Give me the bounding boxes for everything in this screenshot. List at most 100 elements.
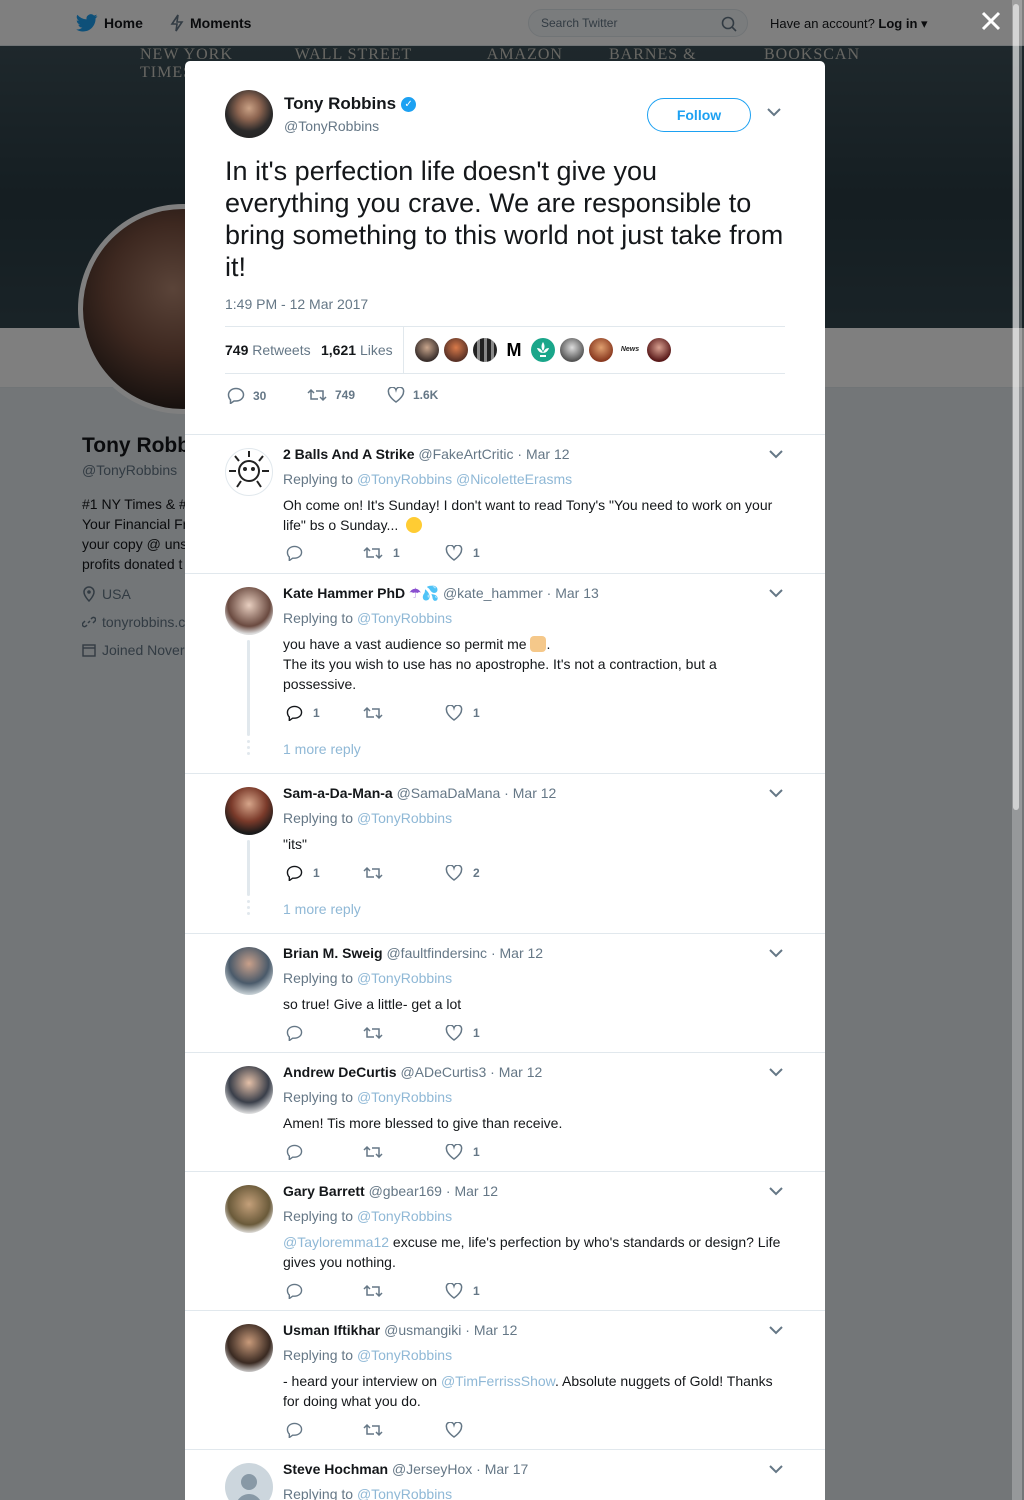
chevron-down-icon[interactable]	[767, 107, 781, 117]
reply-date[interactable]: Mar 12	[454, 1183, 498, 1199]
reply-author-name[interactable]: Gary Barrett	[283, 1183, 365, 1199]
reply-author-name[interactable]: Steve Hochman	[283, 1461, 388, 1477]
reply-author-handle[interactable]: @gbear169	[369, 1183, 442, 1199]
reply-author-handle[interactable]: @SamaDaMana	[397, 785, 501, 801]
likes-stat[interactable]: 1,621 Likes	[321, 342, 393, 358]
reply-action[interactable]: 30	[227, 387, 266, 404]
tweet-timestamp[interactable]: 1:49 PM - 12 Mar 2017	[225, 296, 368, 312]
reply-avatar[interactable]	[225, 448, 273, 496]
reply-avatar[interactable]	[225, 787, 273, 835]
author-name[interactable]: Tony Robbins ✓	[284, 94, 417, 114]
chevron-down-icon[interactable]	[769, 1325, 783, 1335]
chevron-down-icon[interactable]	[769, 588, 783, 598]
reply-author-handle[interactable]: @FakeArtCritic	[418, 446, 513, 462]
like-action[interactable]: 1.6K	[387, 387, 438, 403]
reply-author-handle[interactable]: @usmangiki	[384, 1322, 461, 1338]
liker-avatar[interactable]	[560, 338, 584, 362]
reply-avatar[interactable]	[225, 947, 273, 995]
liker-avatar[interactable]: M	[502, 338, 526, 362]
reply-author-handle[interactable]: @JerseyHox	[392, 1461, 472, 1477]
more-replies-link[interactable]: 1 more reply	[283, 741, 361, 757]
reply-date[interactable]: Mar 12	[526, 446, 570, 462]
reply-tweet[interactable]: Gary Barrett @gbear169 · Mar 12 Replying…	[185, 1172, 825, 1311]
chevron-down-icon[interactable]	[769, 948, 783, 958]
close-modal-button[interactable]	[976, 8, 1006, 38]
reply-author-name[interactable]: 2 Balls And A Strike	[283, 446, 414, 462]
reply-author-handle[interactable]: @kate_hammer	[443, 585, 543, 601]
retweets-stat[interactable]: 749 Retweets	[225, 342, 311, 358]
author-avatar[interactable]	[225, 90, 273, 138]
reply-avatar[interactable]	[225, 1324, 273, 1372]
reply-tweet[interactable]: Andrew DeCurtis @ADeCurtis3 · Mar 12 Rep…	[185, 1053, 825, 1172]
like-action[interactable]: 2	[445, 865, 480, 881]
liker-avatar[interactable]	[415, 338, 439, 362]
reply-date[interactable]: Mar 12	[474, 1322, 518, 1338]
reply-author-name[interactable]: Usman Iftikhar	[283, 1322, 380, 1338]
reply-avatar[interactable]	[225, 1185, 273, 1233]
like-action[interactable]: 1	[445, 1025, 480, 1041]
mention-link[interactable]: @Tayloremma12	[283, 1234, 389, 1250]
reply-action[interactable]	[286, 545, 313, 561]
like-action[interactable]: 1	[445, 545, 480, 561]
chevron-down-icon[interactable]	[769, 1464, 783, 1474]
reply-tweet[interactable]: Brian M. Sweig @faultfindersinc · Mar 12…	[185, 934, 825, 1053]
like-action[interactable]	[445, 1422, 473, 1438]
reply-tweet[interactable]: Sam-a-Da-Man-a @SamaDaMana · Mar 12 Repl…	[185, 774, 825, 934]
retweet-action[interactable]	[363, 1422, 393, 1438]
author-handle[interactable]: @TonyRobbins	[284, 118, 379, 134]
chevron-down-icon[interactable]	[769, 1186, 783, 1196]
reply-author-handle[interactable]: @faultfindersinc	[386, 945, 487, 961]
replying-to-link[interactable]: @TonyRobbins	[357, 1486, 452, 1500]
replying-to-link[interactable]: @TonyRobbins	[357, 1208, 452, 1224]
like-action[interactable]: 1	[445, 705, 480, 721]
reply-date[interactable]: Mar 12	[500, 945, 544, 961]
replying-to-link[interactable]: @TonyRobbins @NicoletteErasms	[357, 471, 572, 487]
page-scrollbar[interactable]	[1012, 0, 1022, 1500]
reply-action[interactable]: 1	[286, 865, 320, 881]
reply-tweet[interactable]: 2 Balls And A Strike @FakeArtCritic · Ma…	[185, 435, 825, 574]
replying-to-link[interactable]: @TonyRobbins	[357, 970, 452, 986]
reply-action[interactable]	[286, 1422, 313, 1438]
liker-avatar[interactable]	[444, 338, 468, 362]
mention-link[interactable]: @TimFerrissShow	[441, 1373, 555, 1389]
reply-avatar[interactable]	[225, 587, 273, 635]
follow-button[interactable]: Follow	[647, 98, 751, 132]
reply-date[interactable]: Mar 12	[513, 785, 557, 801]
replying-to-link[interactable]: @TonyRobbins	[357, 610, 452, 626]
liker-avatar[interactable]	[531, 338, 555, 362]
reply-date[interactable]: Mar 13	[555, 585, 599, 601]
retweet-action[interactable]	[363, 865, 393, 881]
reply-action[interactable]	[286, 1144, 313, 1160]
liker-avatar[interactable]	[647, 338, 671, 362]
liker-avatar[interactable]	[473, 338, 497, 362]
reply-action[interactable]	[286, 1283, 313, 1299]
replying-to-link[interactable]: @TonyRobbins	[357, 1089, 452, 1105]
reply-author-name[interactable]: Brian M. Sweig	[283, 945, 383, 961]
retweet-action[interactable]: 1	[363, 545, 400, 561]
reply-date[interactable]: Mar 12	[499, 1064, 543, 1080]
retweet-action[interactable]: 749	[307, 387, 355, 403]
retweet-action[interactable]	[363, 1283, 393, 1299]
replying-to-link[interactable]: @TonyRobbins	[357, 1347, 452, 1363]
liker-avatar[interactable]: News	[618, 338, 642, 362]
reply-tweet[interactable]: Usman Iftikhar @usmangiki · Mar 12 Reply…	[185, 1311, 825, 1450]
author-name-text[interactable]: Tony Robbins	[284, 94, 396, 114]
reply-avatar[interactable]	[225, 1066, 273, 1114]
retweet-action[interactable]	[363, 1025, 393, 1041]
reply-action[interactable]: 1	[286, 705, 320, 721]
reply-action[interactable]	[286, 1025, 313, 1041]
liker-avatar[interactable]	[589, 338, 613, 362]
retweet-action[interactable]	[363, 705, 393, 721]
reply-tweet[interactable]: Steve Hochman @JerseyHox · Mar 17 Replyi…	[185, 1450, 825, 1500]
chevron-down-icon[interactable]	[769, 788, 783, 798]
chevron-down-icon[interactable]	[769, 1067, 783, 1077]
like-action[interactable]: 1	[445, 1283, 480, 1299]
replying-to-link[interactable]: @TonyRobbins	[357, 810, 452, 826]
reply-author-name[interactable]: Sam-a-Da-Man-a	[283, 785, 393, 801]
scrollbar-thumb[interactable]	[1013, 4, 1019, 810]
more-replies-link[interactable]: 1 more reply	[283, 901, 361, 917]
reply-avatar[interactable]	[225, 1463, 273, 1500]
retweet-action[interactable]	[363, 1144, 393, 1160]
reply-author-name[interactable]: Kate Hammer PhD	[283, 585, 405, 601]
chevron-down-icon[interactable]	[769, 449, 783, 459]
